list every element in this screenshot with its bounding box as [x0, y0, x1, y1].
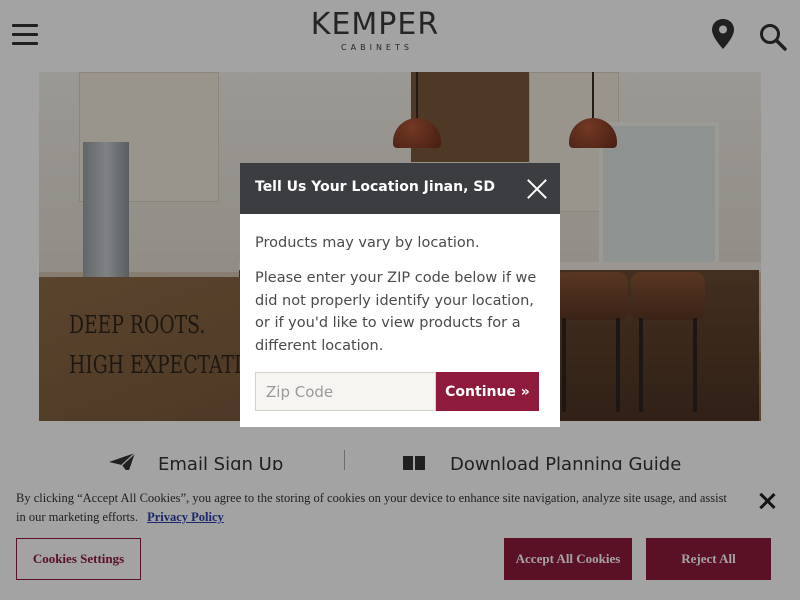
- privacy-policy-link[interactable]: Privacy Policy: [147, 510, 224, 524]
- location-modal: Tell Us Your Location Jinan, SD Products…: [240, 163, 560, 427]
- cookie-message: By clicking “Accept All Cookies”, you ag…: [16, 489, 736, 527]
- cookies-settings-button[interactable]: Cookies Settings: [16, 538, 141, 580]
- modal-instructions-text: Please enter your ZIP code below if we d…: [255, 270, 537, 355]
- reject-all-button[interactable]: Reject All: [646, 538, 771, 580]
- zip-code-input[interactable]: [255, 372, 436, 411]
- cookie-message-text: By clicking “Accept All Cookies”, you ag…: [16, 491, 727, 524]
- close-icon[interactable]: [526, 178, 548, 200]
- cookie-banner: By clicking “Accept All Cookies”, you ag…: [0, 470, 800, 600]
- accept-all-cookies-button[interactable]: Accept All Cookies: [504, 538, 632, 580]
- close-icon[interactable]: [758, 492, 776, 510]
- modal-header: Tell Us Your Location Jinan, SD: [240, 163, 560, 214]
- modal-title: Tell Us Your Location Jinan, SD: [255, 179, 495, 195]
- modal-notice-text: Products may vary by location.: [255, 235, 480, 251]
- continue-button[interactable]: Continue »: [436, 372, 539, 411]
